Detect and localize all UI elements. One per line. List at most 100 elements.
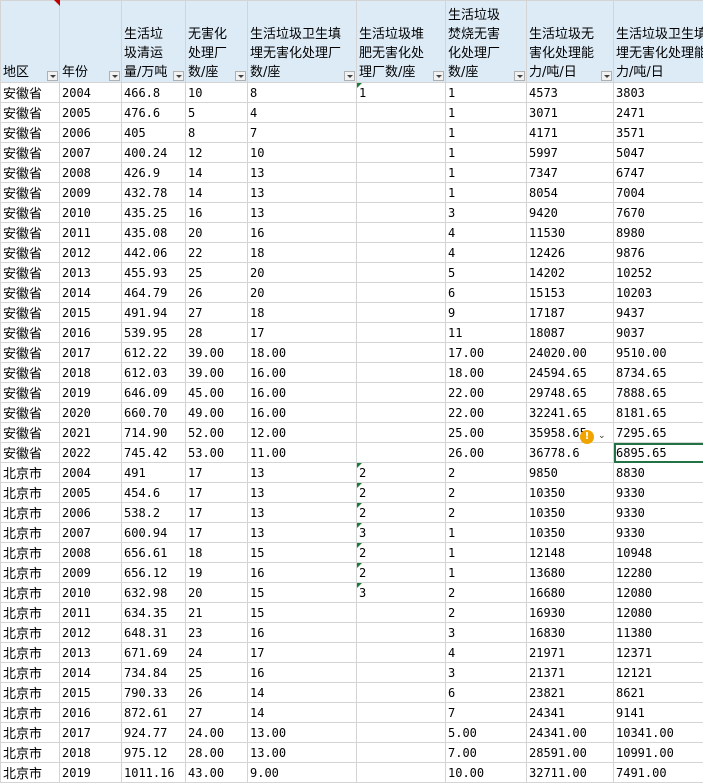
cell-incineration-plants[interactable]: 7.00 [446, 743, 527, 763]
cell-plants[interactable]: 5 [186, 103, 248, 123]
cell-incineration-plants[interactable]: 1 [446, 163, 527, 183]
cell-landfill-plants[interactable]: 16 [248, 223, 357, 243]
cell-year[interactable]: 2019 [60, 383, 122, 403]
cell-collection[interactable]: 1011.16 [122, 763, 186, 783]
warning-icon[interactable]: ! [580, 430, 594, 444]
cell-year[interactable]: 2007 [60, 143, 122, 163]
cell-plants[interactable]: 14 [186, 163, 248, 183]
cell-landfill-capacity[interactable]: 2471 [614, 103, 703, 123]
cell-region[interactable]: 安徽省 [1, 283, 60, 303]
cell-landfill-plants[interactable]: 7 [248, 123, 357, 143]
cell-plants[interactable]: 17 [186, 523, 248, 543]
cell-year[interactable]: 2008 [60, 163, 122, 183]
cell-region[interactable]: 安徽省 [1, 103, 60, 123]
cell-incineration-plants[interactable]: 1 [446, 123, 527, 143]
cell-compost-plants[interactable] [357, 743, 446, 763]
cell-compost-plants[interactable] [357, 203, 446, 223]
cell-year[interactable]: 2014 [60, 283, 122, 303]
cell-capacity[interactable]: 18087 [527, 323, 614, 343]
cell-year[interactable]: 2014 [60, 663, 122, 683]
cell-landfill-capacity[interactable]: 9330 [614, 483, 703, 503]
cell-year[interactable]: 2010 [60, 583, 122, 603]
cell-collection[interactable]: 405 [122, 123, 186, 143]
cell-capacity[interactable]: 5997 [527, 143, 614, 163]
cell-capacity[interactable]: 7347 [527, 163, 614, 183]
cell-collection[interactable]: 612.22 [122, 343, 186, 363]
cell-compost-plants[interactable] [357, 243, 446, 263]
cell-plants[interactable]: 45.00 [186, 383, 248, 403]
cell-region[interactable]: 北京市 [1, 763, 60, 783]
cell-compost-plants[interactable] [357, 383, 446, 403]
cell-incineration-plants[interactable]: 2 [446, 463, 527, 483]
cell-compost-plants[interactable] [357, 323, 446, 343]
cell-landfill-capacity[interactable]: 3571 [614, 123, 703, 143]
cell-capacity[interactable]: 9850 [527, 463, 614, 483]
cell-landfill-capacity[interactable]: 11380 [614, 623, 703, 643]
cell-collection[interactable]: 491.94 [122, 303, 186, 323]
cell-region[interactable]: 安徽省 [1, 443, 60, 463]
cell-collection[interactable]: 491 [122, 463, 186, 483]
cell-landfill-plants[interactable]: 17 [248, 323, 357, 343]
filter-dropdown-icon[interactable] [47, 71, 58, 81]
cell-incineration-plants[interactable]: 2 [446, 603, 527, 623]
cell-incineration-plants[interactable]: 11 [446, 323, 527, 343]
cell-region[interactable]: 安徽省 [1, 303, 60, 323]
cell-year[interactable]: 2006 [60, 503, 122, 523]
cell-plants[interactable]: 25 [186, 263, 248, 283]
cell-compost-plants[interactable] [357, 223, 446, 243]
cell-landfill-capacity[interactable]: 8734.65 [614, 363, 703, 383]
cell-capacity[interactable]: 24341 [527, 703, 614, 723]
cell-region[interactable]: 安徽省 [1, 203, 60, 223]
filter-dropdown-icon[interactable] [433, 71, 444, 81]
cell-landfill-capacity[interactable]: 7888.65 [614, 383, 703, 403]
cell-landfill-capacity[interactable]: 9437 [614, 303, 703, 323]
cell-capacity[interactable]: 10350 [527, 483, 614, 503]
cell-landfill-plants[interactable]: 18 [248, 303, 357, 323]
cell-landfill-plants[interactable]: 12.00 [248, 423, 357, 443]
cell-year[interactable]: 2009 [60, 563, 122, 583]
filter-dropdown-icon[interactable] [514, 71, 525, 81]
cell-landfill-capacity[interactable]: 10991.00 [614, 743, 703, 763]
cell-compost-plants[interactable] [357, 403, 446, 423]
cell-incineration-plants[interactable]: 5.00 [446, 723, 527, 743]
cell-incineration-plants[interactable]: 22.00 [446, 403, 527, 423]
cell-incineration-plants[interactable]: 6 [446, 683, 527, 703]
cell-region[interactable]: 北京市 [1, 563, 60, 583]
cell-incineration-plants[interactable]: 17.00 [446, 343, 527, 363]
cell-compost-plants[interactable] [357, 663, 446, 683]
cell-year[interactable]: 2007 [60, 523, 122, 543]
cell-plants[interactable]: 27 [186, 303, 248, 323]
cell-landfill-capacity[interactable]: 10341.00 [614, 723, 703, 743]
cell-landfill-plants[interactable]: 10 [248, 143, 357, 163]
cell-collection[interactable]: 476.6 [122, 103, 186, 123]
filter-dropdown-icon[interactable] [109, 71, 120, 81]
cell-capacity[interactable]: 16680 [527, 583, 614, 603]
cell-capacity[interactable]: 3071 [527, 103, 614, 123]
cell-landfill-plants[interactable]: 16.00 [248, 363, 357, 383]
cell-collection[interactable]: 632.98 [122, 583, 186, 603]
cell-incineration-plants[interactable]: 6 [446, 283, 527, 303]
cell-region[interactable]: 北京市 [1, 463, 60, 483]
cell-landfill-capacity[interactable]: 3803 [614, 83, 703, 103]
cell-region[interactable]: 北京市 [1, 743, 60, 763]
cell-plants[interactable]: 17 [186, 483, 248, 503]
cell-landfill-plants[interactable]: 15 [248, 583, 357, 603]
cell-incineration-plants[interactable]: 22.00 [446, 383, 527, 403]
cell-region[interactable]: 安徽省 [1, 363, 60, 383]
cell-year[interactable]: 2019 [60, 763, 122, 783]
cell-plants[interactable]: 24 [186, 643, 248, 663]
cell-landfill-plants[interactable]: 15 [248, 603, 357, 623]
cell-capacity[interactable]: 24341.00 [527, 723, 614, 743]
cell-compost-plants[interactable] [357, 303, 446, 323]
cell-collection[interactable]: 671.69 [122, 643, 186, 663]
cell-incineration-plants[interactable]: 9 [446, 303, 527, 323]
cell-landfill-plants[interactable]: 15 [248, 543, 357, 563]
cell-incineration-plants[interactable]: 10.00 [446, 763, 527, 783]
cell-landfill-capacity[interactable]: 5047 [614, 143, 703, 163]
cell-year[interactable]: 2020 [60, 403, 122, 423]
cell-incineration-plants[interactable]: 3 [446, 623, 527, 643]
cell-year[interactable]: 2017 [60, 723, 122, 743]
cell-landfill-capacity[interactable]: 8830 [614, 463, 703, 483]
cell-landfill-capacity[interactable]: 10252 [614, 263, 703, 283]
cell-capacity[interactable]: 29748.65 [527, 383, 614, 403]
